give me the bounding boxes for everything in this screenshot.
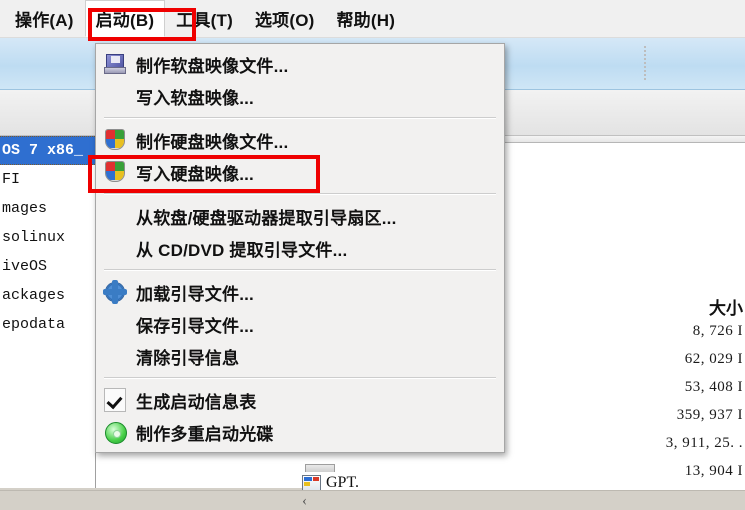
file-size-cell: 62, 029 I <box>684 351 743 367</box>
file-list-panel[interactable]: 大小 8, 726 I 62, 029 I 53, 408 I 359, 937… <box>505 136 745 488</box>
menu-item-label: 生成启动信息表 <box>136 392 257 412</box>
file-size-cell: 359, 937 I <box>676 407 743 423</box>
check-icon <box>102 388 128 412</box>
menubar-item-operation[interactable]: 操作(A) <box>4 0 85 37</box>
menubar-item-options[interactable]: 选项(O) <box>244 0 326 37</box>
shield-icon <box>102 128 128 152</box>
menu-separator <box>104 117 496 119</box>
annotation-box-menu-item <box>88 155 320 193</box>
menu-separator <box>104 377 496 379</box>
gear-icon <box>102 280 128 304</box>
menu-item-make-hdd-image[interactable]: 制作硬盘映像文件... <box>96 124 504 156</box>
horizontal-scrollbar[interactable] <box>0 490 745 510</box>
menu-item-label: 制作硬盘映像文件... <box>136 132 289 152</box>
tree-item-label: FI <box>2 171 21 188</box>
green-disc-icon <box>102 420 128 444</box>
no-icon <box>102 344 128 368</box>
tree-item-efi[interactable]: FI <box>0 165 95 194</box>
menu-item-label: 清除引导信息 <box>136 348 240 368</box>
tree-item-liveos[interactable]: iveOS <box>0 252 95 281</box>
menu-item-clear-boot-info[interactable]: 清除引导信息 <box>96 340 504 372</box>
no-icon <box>102 84 128 108</box>
menu-item-write-floppy-image[interactable]: 写入软盘映像... <box>96 80 504 112</box>
scroll-left-icon[interactable]: ‹ <box>302 493 307 510</box>
directory-tree[interactable]: OS 7 x86_ FI mages solinux iveOS ackages… <box>0 136 96 488</box>
boot-menu-dropdown: 制作软盘映像文件... 写入软盘映像... 制作硬盘映像文件... 写入硬盘映像… <box>95 43 505 453</box>
menu-item-make-floppy-image[interactable]: 制作软盘映像文件... <box>96 48 504 80</box>
menu-item-label: 保存引导文件... <box>136 316 254 336</box>
tree-item-isolinux[interactable]: solinux <box>0 223 95 252</box>
tree-item-label: epodata <box>2 316 66 333</box>
menu-item-label: 加载引导文件... <box>136 284 254 304</box>
menu-item-extract-boot-file-cd[interactable]: 从 CD/DVD 提取引导文件... <box>96 232 504 264</box>
menu-item-load-boot-file[interactable]: 加载引导文件... <box>96 276 504 308</box>
file-size-cell: 3, 911, 25. . <box>665 435 743 451</box>
file-list-header <box>505 136 745 143</box>
ultraiso-window: i ? 大小总计 录: 可 路径: / OS 7 x86_ FI m <box>0 0 745 510</box>
tree-item-packages[interactable]: ackages <box>0 281 95 310</box>
menu-item-label: 写入软盘映像... <box>136 88 254 108</box>
menubar-item-help[interactable]: 帮助(H) <box>325 0 406 37</box>
file-size-cell: 53, 408 I <box>684 379 743 395</box>
floppy-icon <box>102 52 128 76</box>
tree-item-label: solinux <box>2 229 66 246</box>
menu-separator <box>104 193 496 195</box>
menu-item-generate-boot-table[interactable]: 生成启动信息表 <box>96 384 504 416</box>
tree-item-label: mages <box>2 200 48 217</box>
menu-item-make-multiboot-disc[interactable]: 制作多重启动光碟 <box>96 416 504 448</box>
no-icon <box>102 204 128 228</box>
column-header-size[interactable]: 大小 <box>709 294 743 319</box>
file-icon <box>302 474 321 492</box>
tree-item-repodata[interactable]: epodata <box>0 310 95 339</box>
tree-item-label: OS 7 x86_ <box>2 142 84 159</box>
list-tab-edge <box>305 464 335 472</box>
menu-item-save-boot-file[interactable]: 保存引导文件... <box>96 308 504 340</box>
no-icon <box>102 236 128 260</box>
menu-item-label: 从 CD/DVD 提取引导文件... <box>136 240 348 260</box>
tree-item-images[interactable]: mages <box>0 194 95 223</box>
menu-item-label: 从软盘/硬盘驱动器提取引导扇区... <box>136 208 397 228</box>
tree-item-label: ackages <box>2 287 66 304</box>
toolbar-separator-2 <box>644 46 646 80</box>
menu-item-extract-boot-sector[interactable]: 从软盘/硬盘驱动器提取引导扇区... <box>96 200 504 232</box>
menu-item-label: 制作多重启动光碟 <box>136 424 274 444</box>
tree-item-label: iveOS <box>2 258 48 275</box>
menu-separator <box>104 269 496 271</box>
file-size-cell: 13, 904 I <box>684 463 743 479</box>
tree-item-os7[interactable]: OS 7 x86_ <box>0 136 95 165</box>
annotation-box-menu <box>88 8 196 41</box>
file-size-cell: 8, 726 I <box>692 323 743 339</box>
menu-item-label: 制作软盘映像文件... <box>136 56 289 76</box>
no-icon <box>102 312 128 336</box>
